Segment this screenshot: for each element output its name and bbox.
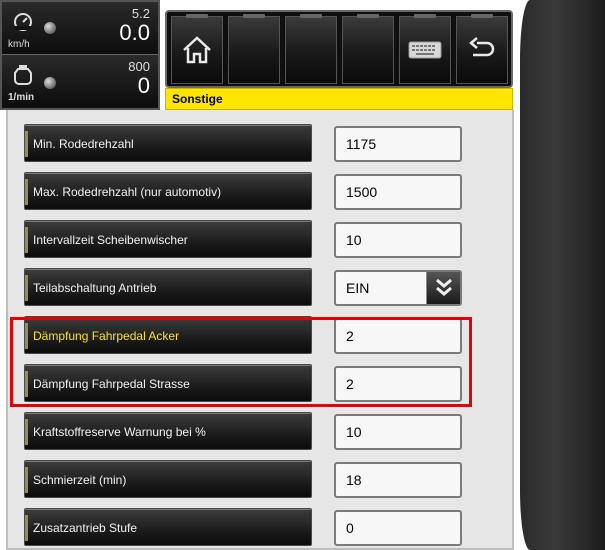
setting-value-field[interactable]: 1500: [334, 174, 462, 210]
rpm-unit: 1/min: [8, 92, 35, 103]
top-toolbar: [165, 10, 513, 88]
rpm-value-small: 800: [128, 59, 150, 74]
device-bezel: [520, 0, 605, 550]
speedometer-icon: [14, 13, 32, 31]
speed-unit: km/h: [8, 39, 30, 50]
double-chevron-down-icon: [436, 278, 452, 296]
terminal-screen: km/h 5.2 0.0 1/min 800 0 Sonstige Min. R…: [0, 0, 605, 550]
back-button[interactable]: [456, 14, 508, 84]
setting-row-zusatzantrieb: Zusatzantrieb Stufe 0: [24, 508, 494, 548]
setting-row-teilabschaltung: Teilabschaltung Antrieb EIN: [24, 268, 494, 308]
setting-label[interactable]: Kraftstoffreserve Warnung bei %: [24, 412, 312, 450]
setting-label[interactable]: Max. Rodedrehzahl (nur automotiv): [24, 172, 312, 210]
speed-indicator-led: [44, 22, 56, 34]
speed-value: 0.0: [119, 20, 150, 45]
rpm-indicator-led: [44, 77, 56, 89]
setting-value-field[interactable]: 10: [334, 222, 462, 258]
speed-value-small: 5.2: [131, 6, 150, 21]
setting-label[interactable]: Teilabschaltung Antrieb: [24, 268, 312, 306]
setting-value-field[interactable]: 0: [334, 510, 462, 546]
dropdown-button[interactable]: [426, 272, 460, 304]
setting-label[interactable]: Min. Rodedrehzahl: [24, 124, 312, 162]
engine-icon: [14, 65, 32, 85]
setting-row-max-rodedrehzahl: Max. Rodedrehzahl (nur automotiv) 1500: [24, 172, 494, 212]
highlight-annotation-box: [10, 317, 472, 407]
keyboard-icon: [408, 41, 442, 59]
home-icon: [183, 36, 211, 64]
gauge-panel: km/h 5.2 0.0 1/min 800 0: [0, 0, 160, 110]
setting-row-schmierzeit: Schmierzeit (min) 18: [24, 460, 494, 500]
setting-row-min-rodedrehzahl: Min. Rodedrehzahl 1175: [24, 124, 494, 164]
setting-row-intervallzeit: Intervallzeit Scheibenwischer 10: [24, 220, 494, 260]
toolbar-button-4[interactable]: [342, 14, 394, 84]
toolbar-button-2[interactable]: [228, 14, 280, 84]
setting-value-field[interactable]: 1175: [334, 126, 462, 162]
speed-gauge: km/h 5.2 0.0: [2, 2, 158, 55]
setting-row-kraftstoffreserve: Kraftstoffreserve Warnung bei % 10: [24, 412, 494, 452]
back-icon: [469, 37, 495, 57]
setting-dropdown[interactable]: EIN: [334, 270, 462, 306]
setting-label[interactable]: Intervallzeit Scheibenwischer: [24, 220, 312, 258]
section-title: Sonstige: [165, 88, 513, 110]
home-button[interactable]: [171, 14, 223, 84]
setting-label[interactable]: Schmierzeit (min): [24, 460, 312, 498]
setting-value-field[interactable]: 10: [334, 414, 462, 450]
keyboard-button[interactable]: [399, 14, 451, 84]
rpm-gauge: 1/min 800 0: [2, 55, 158, 107]
rpm-value: 0: [137, 73, 150, 98]
setting-value-field[interactable]: 18: [334, 462, 462, 498]
toolbar-button-3[interactable]: [285, 14, 337, 84]
setting-label[interactable]: Zusatzantrieb Stufe: [24, 508, 312, 546]
dropdown-selected-value: EIN: [346, 280, 370, 296]
